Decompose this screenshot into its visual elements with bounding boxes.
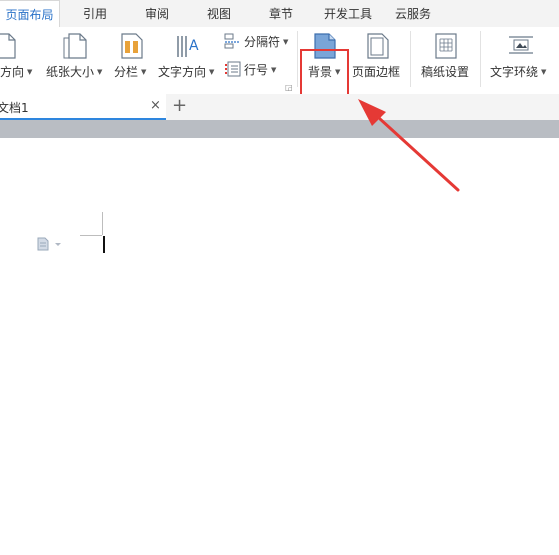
- chevron-down-icon: ▼: [541, 68, 547, 76]
- tab-chapter[interactable]: 章节: [258, 0, 304, 27]
- line-number-label: 行号: [244, 63, 269, 77]
- columns-label: 分栏: [114, 65, 139, 79]
- chevron-down-icon: ▼: [97, 68, 103, 76]
- tab-references[interactable]: 引用: [72, 0, 118, 27]
- chevron-down-icon: ▼: [209, 68, 215, 76]
- text-wrap-label: 文字环绕: [490, 65, 539, 79]
- ribbon-toolbar: 方向 ▼ 纸张大小 ▼ 分栏 ▼ A 文字方向 ▼ 分隔符 ▼ 行号 ▼ ◲ 背…: [0, 27, 559, 114]
- page-setup-dialog-launcher-icon[interactable]: ◲: [285, 83, 293, 92]
- separator-button[interactable]: 分隔符 ▼: [224, 31, 296, 53]
- close-icon[interactable]: ×: [150, 98, 161, 113]
- tab-cloud-service[interactable]: 云服务: [388, 0, 438, 27]
- columns-icon: [121, 33, 143, 59]
- columns-button[interactable]: 分栏 ▼: [112, 27, 152, 93]
- document-tab-bar: 文档1 × +: [0, 94, 559, 120]
- paper-size-button[interactable]: 纸张大小 ▼: [45, 27, 105, 93]
- text-wrap-icon: [509, 36, 533, 54]
- paper-size-label: 纸张大小: [46, 65, 95, 79]
- line-number-icon: [225, 61, 241, 77]
- text-direction-icon: A: [177, 36, 199, 57]
- tab-review[interactable]: 审阅: [134, 0, 180, 27]
- workspace-band: [0, 120, 559, 138]
- chevron-down-icon: ▼: [283, 38, 289, 46]
- document-page[interactable]: [0, 138, 559, 555]
- chevron-down-icon: ▼: [27, 68, 33, 76]
- ribbon-tab-bar: 页面布局 引用 审阅 视图 章节 开发工具 云服务: [0, 0, 559, 27]
- new-document-plus-icon[interactable]: +: [172, 95, 187, 116]
- chevron-down-icon: ▼: [141, 68, 147, 76]
- line-number-button[interactable]: 行号 ▼: [224, 59, 284, 81]
- separator-label: 分隔符: [244, 35, 281, 49]
- annotation-arrow: [358, 99, 460, 192]
- text-wrap-button[interactable]: 文字环绕 ▼: [488, 27, 558, 93]
- orientation-icon: [0, 33, 16, 59]
- document-tab-title: 文档1: [0, 101, 29, 115]
- margin-corner-mark: [102, 212, 103, 235]
- paper-size-icon: [63, 33, 87, 59]
- svg-text:A: A: [189, 38, 199, 54]
- grid-paper-settings-button[interactable]: 稿纸设置: [418, 27, 474, 93]
- tab-page-layout[interactable]: 页面布局: [0, 0, 60, 27]
- paragraph-layout-icon[interactable]: [37, 237, 63, 251]
- orientation-button[interactable]: 方向 ▼: [0, 27, 38, 93]
- page-border-icon: [367, 33, 389, 59]
- tab-view[interactable]: 视图: [196, 0, 242, 27]
- tab-developer-tools[interactable]: 开发工具: [318, 0, 378, 27]
- ribbon-divider: [480, 31, 481, 87]
- text-direction-label: 文字方向: [158, 65, 207, 79]
- orientation-label: 方向: [0, 65, 25, 79]
- ribbon-divider: [410, 31, 411, 87]
- ribbon-divider: [297, 31, 298, 87]
- grid-paper-label: 稿纸设置: [421, 65, 470, 79]
- document-tab[interactable]: 文档1 ×: [0, 94, 166, 120]
- chevron-down-icon: ▼: [271, 66, 277, 74]
- page-border-label: 页面边框: [352, 65, 401, 79]
- separator-icon: [224, 33, 240, 49]
- margin-corner-mark: [80, 235, 102, 236]
- grid-paper-icon: [435, 33, 457, 59]
- text-direction-button[interactable]: A 文字方向 ▼: [157, 27, 219, 93]
- text-cursor: [103, 236, 105, 253]
- page-border-button[interactable]: 页面边框: [351, 27, 405, 93]
